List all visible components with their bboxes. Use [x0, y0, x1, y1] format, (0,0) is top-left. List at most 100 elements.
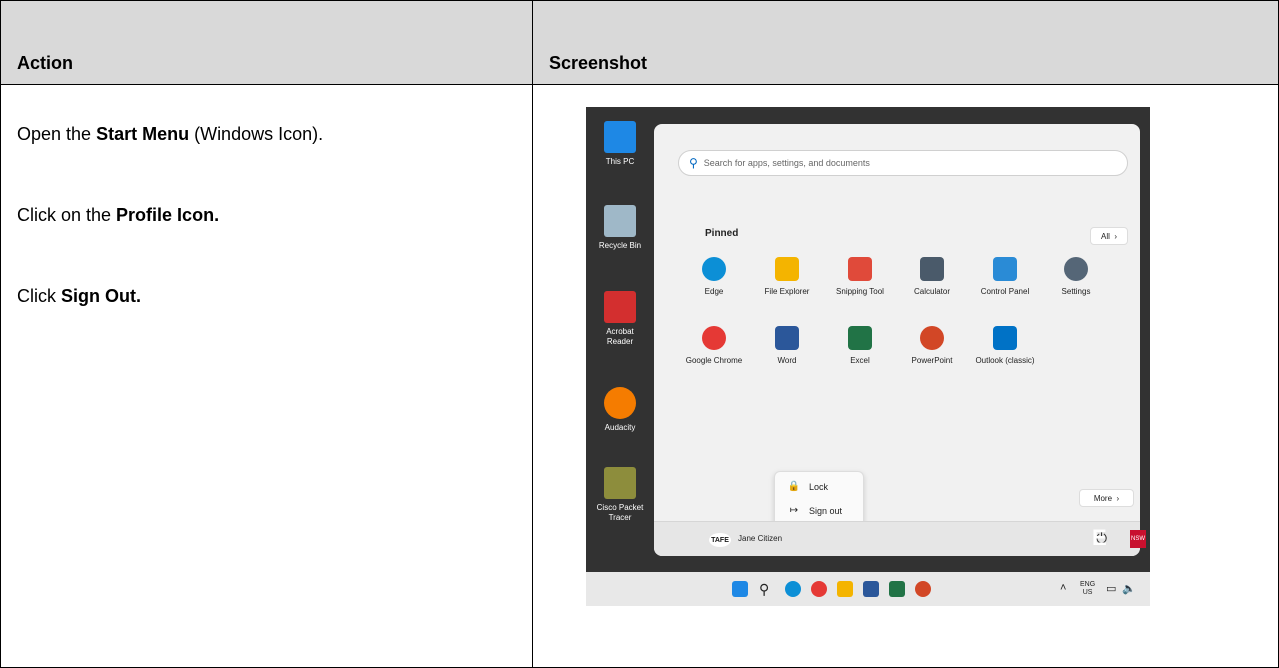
profile-name[interactable]: Jane Citizen — [738, 534, 782, 543]
language-indicator[interactable]: ENG US — [1080, 581, 1095, 597]
step-text: (Windows Icon). — [189, 124, 324, 144]
acrobat-icon — [604, 291, 636, 323]
taskbar: ⚲ ˄ ENG US ▭ 🔈 — [586, 572, 1150, 606]
step-profile-icon: Click on the Profile Icon. — [17, 204, 219, 226]
desktop-icon-acrobat[interactable]: Acrobat Reader — [592, 291, 648, 347]
step-text: Click — [17, 286, 61, 306]
network-icon[interactable]: ▭ — [1106, 582, 1116, 595]
powerpoint-icon — [920, 326, 944, 350]
pinned-app-outlook[interactable]: Outlook (classic) — [965, 326, 1045, 365]
header-cell-screenshot: Screenshot — [532, 0, 1279, 85]
desktop-icon-label: Recycle Bin — [598, 241, 642, 250]
start-search-input[interactable]: ⚲ Search for apps, settings, and documen… — [678, 150, 1128, 176]
outlook-icon — [993, 326, 1017, 350]
app-label: Settings — [1061, 287, 1091, 296]
step-bold: Start Menu — [96, 124, 190, 144]
pinned-app-snipping-tool[interactable]: Snipping Tool — [820, 257, 900, 296]
powerpoint-icon[interactable] — [915, 581, 931, 597]
more-label: More — [1093, 493, 1113, 503]
step-bold: Profile Icon. — [116, 205, 220, 225]
recycle-bin-icon — [604, 205, 636, 237]
app-label: Calculator — [913, 287, 950, 296]
control-panel-icon — [993, 257, 1017, 281]
pinned-title: Pinned — [705, 228, 739, 239]
header-cell-action: Action — [0, 0, 533, 85]
gear-icon — [1064, 257, 1088, 281]
pinned-app-edge[interactable]: Edge — [674, 257, 754, 296]
app-label: Edge — [704, 287, 724, 296]
app-label: PowerPoint — [911, 356, 953, 365]
tafe-brand-logo: E — [1092, 525, 1108, 550]
desktop-icon-label: This PC — [605, 157, 635, 166]
lang-top: ENG — [1080, 581, 1096, 588]
desktop-icon-label: Acrobat Reader — [606, 327, 634, 346]
all-apps-label: All — [1100, 231, 1110, 241]
chevron-right-icon: › — [1116, 493, 1120, 503]
calculator-icon — [920, 257, 944, 281]
action-cell: Open the Start Menu (Windows Icon). Clic… — [0, 84, 533, 668]
pinned-app-word[interactable]: Word — [747, 326, 827, 365]
pinned-app-excel[interactable]: Excel — [820, 326, 900, 365]
chevron-right-icon: › — [1114, 231, 1117, 241]
app-label: Control Panel — [980, 287, 1030, 296]
nsw-logo: NSW — [1130, 530, 1146, 548]
pinned-app-powerpoint[interactable]: PowerPoint — [892, 326, 972, 365]
search-icon: ⚲ — [689, 156, 698, 170]
step-sign-out: Click Sign Out. — [17, 285, 141, 307]
pinned-app-settings[interactable]: Settings — [1036, 257, 1116, 296]
desktop-icon-label: Audacity — [604, 423, 636, 432]
step-text: Click on the — [17, 205, 117, 225]
pinned-app-control-panel[interactable]: Control Panel — [965, 257, 1045, 296]
chrome-icon[interactable] — [811, 581, 827, 597]
pinned-app-calculator[interactable]: Calculator — [892, 257, 972, 296]
app-label: Outlook (classic) — [975, 356, 1035, 365]
sign-out-label: Sign out — [809, 505, 843, 516]
start-menu: ⚲ Search for apps, settings, and documen… — [654, 124, 1140, 556]
pinned-app-file-explorer[interactable]: File Explorer — [747, 257, 827, 296]
excel-icon — [848, 326, 872, 350]
sign-out-menu-item[interactable]: ↦ Sign out — [787, 505, 842, 516]
step-text: Open the — [17, 124, 97, 144]
edge-icon[interactable] — [785, 581, 801, 597]
monitor-icon — [604, 121, 636, 153]
profile-icon[interactable]: TAFE — [709, 533, 731, 547]
chrome-icon — [702, 326, 726, 350]
desktop-icon-label: Cisco Packet Tracer — [596, 503, 644, 522]
pinned-app-chrome[interactable]: Google Chrome — [674, 326, 754, 365]
search-icon[interactable]: ⚲ — [759, 581, 775, 597]
header-screenshot: Screenshot — [549, 53, 648, 73]
windows-desktop-screenshot: This PC Recycle Bin Acrobat Reader Audac… — [586, 107, 1150, 606]
lock-label: Lock — [809, 481, 829, 492]
app-label: Excel — [850, 356, 870, 365]
app-label: File Explorer — [764, 287, 810, 296]
desktop-icon-recycle-bin[interactable]: Recycle Bin — [592, 205, 648, 251]
audacity-icon — [604, 387, 636, 419]
word-icon — [775, 326, 799, 350]
app-label: Google Chrome — [685, 356, 743, 365]
more-button[interactable]: More › — [1079, 489, 1134, 507]
lock-menu-item[interactable]: 🔒 Lock — [787, 481, 828, 492]
start-menu-footer: TAFE Jane Citizen ⏻ — [654, 521, 1140, 556]
excel-icon[interactable] — [889, 581, 905, 597]
desktop-icon-packet-tracer[interactable]: Cisco Packet Tracer — [592, 467, 648, 523]
volume-icon[interactable]: 🔈 — [1122, 582, 1136, 595]
app-label: Word — [777, 356, 797, 365]
desktop-icon-audacity[interactable]: Audacity — [592, 387, 648, 433]
folder-icon — [775, 257, 799, 281]
lang-bottom: US — [1082, 589, 1093, 596]
all-apps-button[interactable]: All › — [1090, 227, 1128, 245]
desktop-icon-this-pc[interactable]: This PC — [592, 121, 648, 167]
lock-icon: 🔒 — [787, 481, 801, 492]
word-icon[interactable] — [863, 581, 879, 597]
search-placeholder: Search for apps, settings, and documents — [703, 158, 870, 168]
windows-start-icon[interactable] — [732, 581, 748, 597]
step-bold: Sign Out. — [61, 286, 141, 306]
app-label: Snipping Tool — [836, 287, 884, 296]
sign-out-icon: ↦ — [789, 505, 799, 516]
edge-icon — [702, 257, 726, 281]
packet-tracer-icon — [604, 467, 636, 499]
scissors-icon — [848, 257, 872, 281]
step-open-start-menu: Open the Start Menu (Windows Icon). — [17, 123, 323, 145]
folder-icon[interactable] — [837, 581, 853, 597]
chevron-up-icon[interactable]: ˄ — [1060, 582, 1066, 594]
